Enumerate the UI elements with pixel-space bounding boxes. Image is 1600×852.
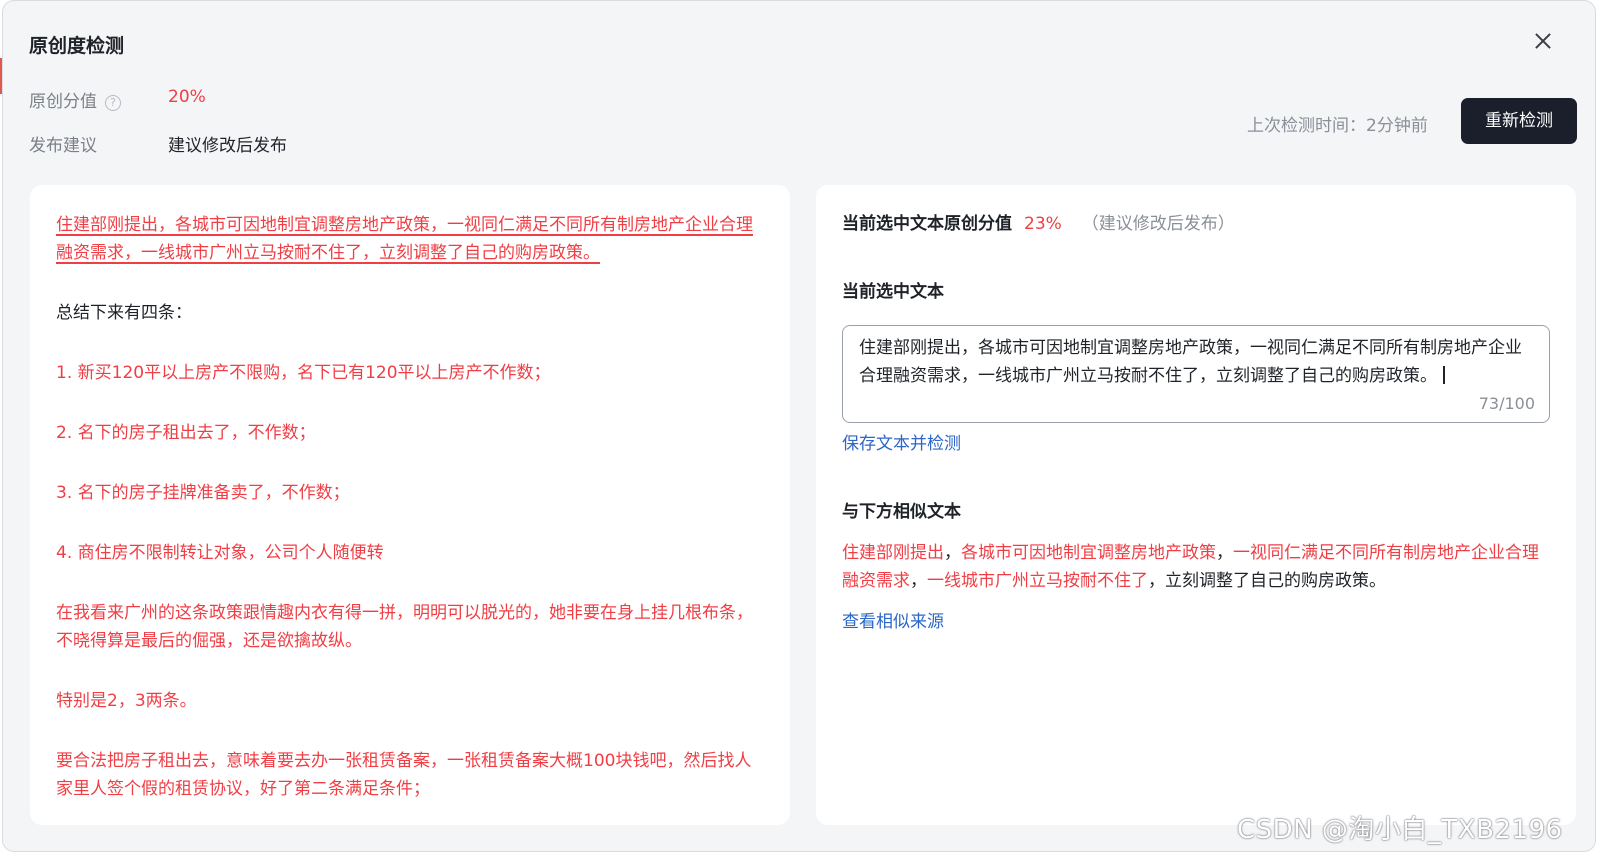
selected-text-heading: 当前选中文本 (842, 282, 944, 302)
similar-segment: ，立刻调整了自己的购房政策。 (1148, 571, 1386, 591)
article-paragraph[interactable]: 特别是2，3两条。 (56, 687, 756, 715)
article-paragraph[interactable]: 在我看来广州的这条政策跟情趣内衣有得一拼，明明可以脱光的，她非要在身上挂几根布条… (56, 599, 756, 655)
score-value: 20% (168, 87, 206, 107)
selection-score-hint: （建议修改后发布） (1081, 214, 1235, 234)
selection-score-heading: 当前选中文本原创分值 (842, 214, 1012, 234)
similar-segment-highlight: 各城市可因地制宜调整房地产政策 (961, 543, 1216, 563)
selection-score-row: 当前选中文本原创分值 23% （建议修改后发布） (842, 209, 1235, 234)
similar-segment-highlight: 住建部刚提出 (842, 543, 944, 563)
selection-score-value: 23% (1024, 214, 1062, 234)
selected-text-value: 住建部刚提出，各城市可因地制宜调整房地产政策，一视同仁满足不同所有制房地产企业合… (859, 338, 1522, 386)
char-counter: 73/100 (1478, 394, 1535, 413)
article-paragraph[interactable]: 4. 商住房不限制转让对象，公司个人随便转 (56, 539, 756, 567)
save-and-check-link[interactable]: 保存文本并检测 (842, 429, 961, 454)
screen: 原创度检测 原创分值? 20% 发布建议 建议修改后发布 上次检测时间：2分钟前… (0, 0, 1600, 852)
article-panel: 住建部刚提出，各城市可因地制宜调整房地产政策，一视同仁满足不同所有制房地产企业合… (30, 185, 790, 825)
article-paragraph[interactable]: 1. 新买120平以上房产不限购，名下已有120平以上房产不作数； (56, 359, 756, 387)
view-similar-source-link[interactable]: 查看相似来源 (842, 607, 944, 632)
advice-label: 发布建议 (29, 136, 97, 156)
modal-title: 原创度检测 (29, 35, 125, 57)
recheck-button[interactable]: 重新检测 (1461, 98, 1577, 144)
similar-text-heading: 与下方相似文本 (842, 502, 961, 522)
similar-segment: ， (944, 543, 961, 563)
close-icon[interactable] (1531, 29, 1555, 53)
help-icon[interactable]: ? (105, 95, 121, 111)
text-caret (1443, 366, 1445, 384)
similar-segment: ， (1216, 543, 1233, 563)
score-label-row: 原创分值? (29, 87, 121, 112)
selection-panel: 当前选中文本原创分值 23% （建议修改后发布） 当前选中文本 住建部刚提出，各城市… (816, 185, 1576, 825)
selected-text-input[interactable]: 住建部刚提出，各城市可因地制宜调整房地产政策，一视同仁满足不同所有制房地产企业合… (842, 325, 1550, 423)
article-body: 住建部刚提出，各城市可因地制宜调整房地产政策，一视同仁满足不同所有制房地产企业合… (56, 211, 756, 825)
watermark: CSDN @淘小白_TXB2196 (1237, 815, 1563, 845)
advice-value: 建议修改后发布 (168, 136, 287, 156)
article-paragraph[interactable]: 3. 名下的房子挂牌准备卖了，不作数； (56, 479, 756, 507)
last-check-time: 上次检测时间：2分钟前 (1247, 116, 1428, 136)
article-paragraph-selected[interactable]: 住建部刚提出，各城市可因地制宜调整房地产政策，一视同仁满足不同所有制房地产企业合… (56, 211, 756, 267)
article-paragraph[interactable]: 要合法把房子租出去，意味着要去办一张租赁备案，一张租赁备案大概100块钱吧，然后… (56, 747, 756, 803)
article-paragraph[interactable]: 总结下来有四条： (56, 299, 756, 327)
score-label: 原创分值 (29, 92, 97, 112)
similar-segment-highlight: 一线城市广州立马按耐不住了 (927, 571, 1148, 591)
article-paragraph[interactable]: 2. 名下的房子租出去了，不作数； (56, 419, 756, 447)
originality-check-modal: 原创度检测 原创分值? 20% 发布建议 建议修改后发布 上次检测时间：2分钟前… (2, 0, 1596, 852)
similar-segment: ， (910, 571, 927, 591)
similar-text: 住建部刚提出，各城市可因地制宜调整房地产政策，一视同仁满足不同所有制房地产企业合… (842, 539, 1542, 595)
